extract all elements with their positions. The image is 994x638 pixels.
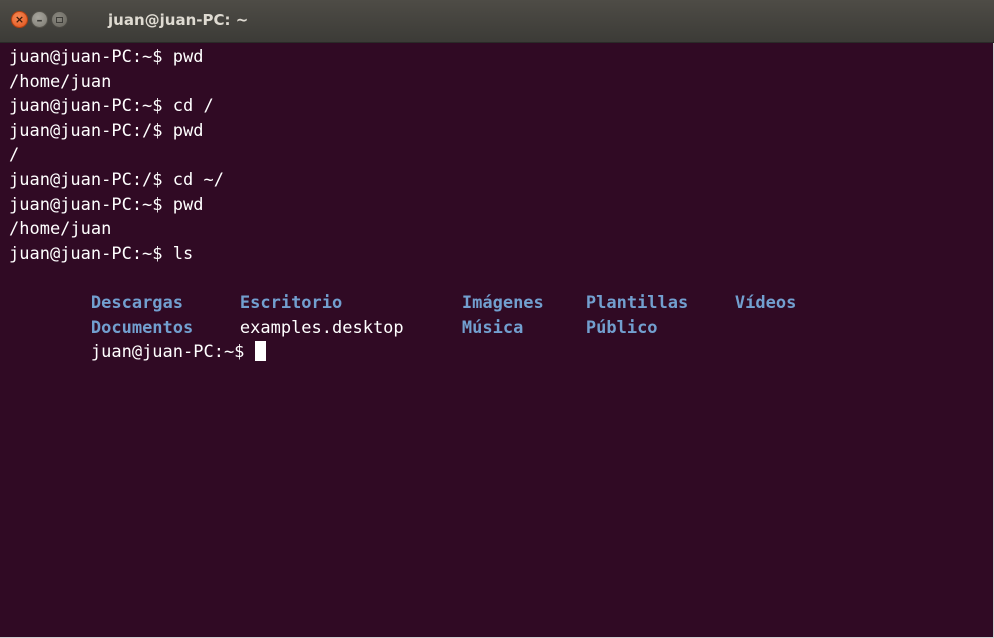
terminal-output[interactable]: juan@juan-PC:~$ pwd /home/juan juan@juan…: [0, 43, 993, 637]
terminal-line: /home/juan: [9, 219, 112, 240]
directory-entry: Público: [585, 317, 658, 338]
title-bar[interactable]: × – juan@juan-PC: ~: [0, 0, 994, 43]
directory-entry: Música: [461, 317, 524, 338]
directory-entry: Vídeos: [734, 292, 797, 313]
terminal-line: /: [9, 145, 20, 166]
minimize-icon: –: [36, 12, 43, 27]
directory-entry: Escritorio: [239, 292, 343, 313]
terminal-line: juan@juan-PC:~$ ls: [9, 243, 194, 264]
close-icon: ×: [14, 13, 25, 26]
terminal-line: juan@juan-PC:~$ cd /: [9, 96, 214, 117]
ls-output-row: Descargas Escritorio Imágenes Plantillas Víd…: [9, 266, 796, 313]
terminal-line: /home/juan: [9, 71, 112, 92]
maximize-button[interactable]: [51, 11, 68, 28]
window-title: juan@juan-PC: ~: [108, 11, 249, 29]
file-entry: examples.desktop: [239, 317, 404, 338]
terminal-line: juan@juan-PC:/$ pwd: [9, 120, 204, 141]
directory-entry: Documentos: [90, 317, 194, 338]
directory-entry: Imágenes: [461, 292, 544, 313]
terminal-line: juan@juan-PC:~$ pwd: [9, 47, 204, 67]
text-cursor: [254, 341, 266, 362]
directory-entry: Descargas: [90, 292, 184, 313]
close-button[interactable]: ×: [11, 11, 28, 28]
directory-entry: Plantillas: [585, 292, 689, 313]
terminal-line: juan@juan-PC:~$ pwd: [9, 194, 204, 215]
terminal-line: juan@juan-PC:/$ cd ~/: [9, 169, 224, 190]
terminal-window: × – juan@juan-PC: ~ juan@juan-PC:~$ pwd …: [0, 0, 994, 638]
minimize-button[interactable]: –: [31, 11, 48, 28]
maximize-icon: [56, 16, 63, 23]
shell-prompt: juan@juan-PC:~$: [90, 342, 255, 363]
